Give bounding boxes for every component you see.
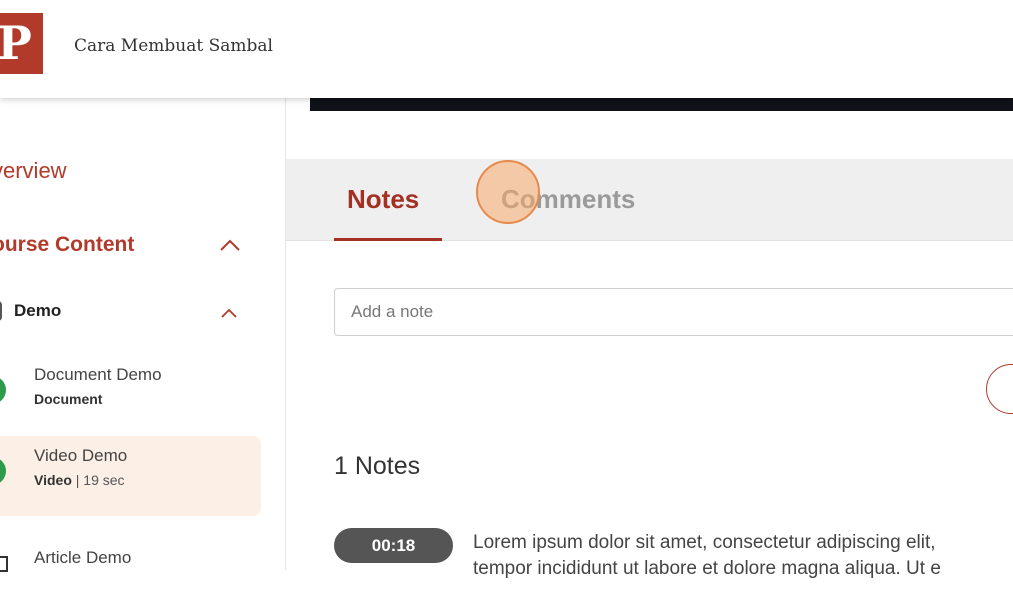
lesson-type: Document — [34, 391, 103, 407]
click-indicator — [476, 160, 540, 224]
lesson-item-video-demo[interactable]: Video Demo Video | 19 sec — [0, 436, 261, 516]
notes-count: 1 Notes — [334, 452, 421, 480]
completed-check-icon — [0, 376, 6, 404]
logo[interactable]: P — [0, 13, 43, 74]
course-sidebar: verview ourse Content Demo Document Demo… — [0, 98, 286, 572]
lesson-title: Document Demo — [34, 365, 162, 384]
sidebar-item-overview[interactable]: verview — [0, 158, 67, 184]
tab-bar: Notes Comments — [286, 159, 1013, 241]
section-icon — [0, 301, 2, 321]
note-timestamp-button[interactable]: 00:18 — [334, 528, 453, 563]
lesson-meta: Document — [34, 391, 102, 407]
lesson-item-article-demo[interactable]: Article Demo — [0, 536, 261, 616]
note-text-line: Lorem ipsum dolor sit amet, consectetur … — [473, 532, 936, 553]
lesson-type: Video — [34, 472, 72, 488]
course-title: Cara Membuat Sambal — [74, 36, 273, 56]
sidebar-item-course-content[interactable]: ourse Content — [0, 233, 134, 257]
completed-check-icon — [0, 457, 6, 485]
save-note-button[interactable] — [986, 364, 1013, 414]
app-header: P Cara Membuat Sambal — [0, 0, 1013, 98]
note-text: Lorem ipsum dolor sit amet, consectetur … — [473, 530, 1013, 582]
lesson-title: Video Demo — [34, 446, 128, 465]
note-text-line: tempor incididunt ut labore et dolore ma… — [473, 558, 941, 579]
active-tab-indicator — [334, 238, 442, 241]
lesson-item-document-demo[interactable]: Document Demo Document — [0, 355, 261, 435]
lesson-meta: Video | 19 sec — [34, 472, 125, 488]
tab-notes[interactable]: Notes — [347, 184, 419, 215]
add-note-input[interactable] — [334, 288, 1013, 336]
lesson-duration: | 19 sec — [71, 472, 125, 488]
lesson-title: Article Demo — [34, 548, 132, 567]
chevron-up-icon[interactable] — [220, 304, 238, 322]
section-demo[interactable]: Demo — [14, 301, 61, 321]
main-content: Notes Comments 1 Notes 00:18 Lorem ipsum… — [286, 98, 1013, 579]
video-player[interactable] — [310, 98, 1013, 111]
chevron-up-icon[interactable] — [219, 234, 241, 256]
